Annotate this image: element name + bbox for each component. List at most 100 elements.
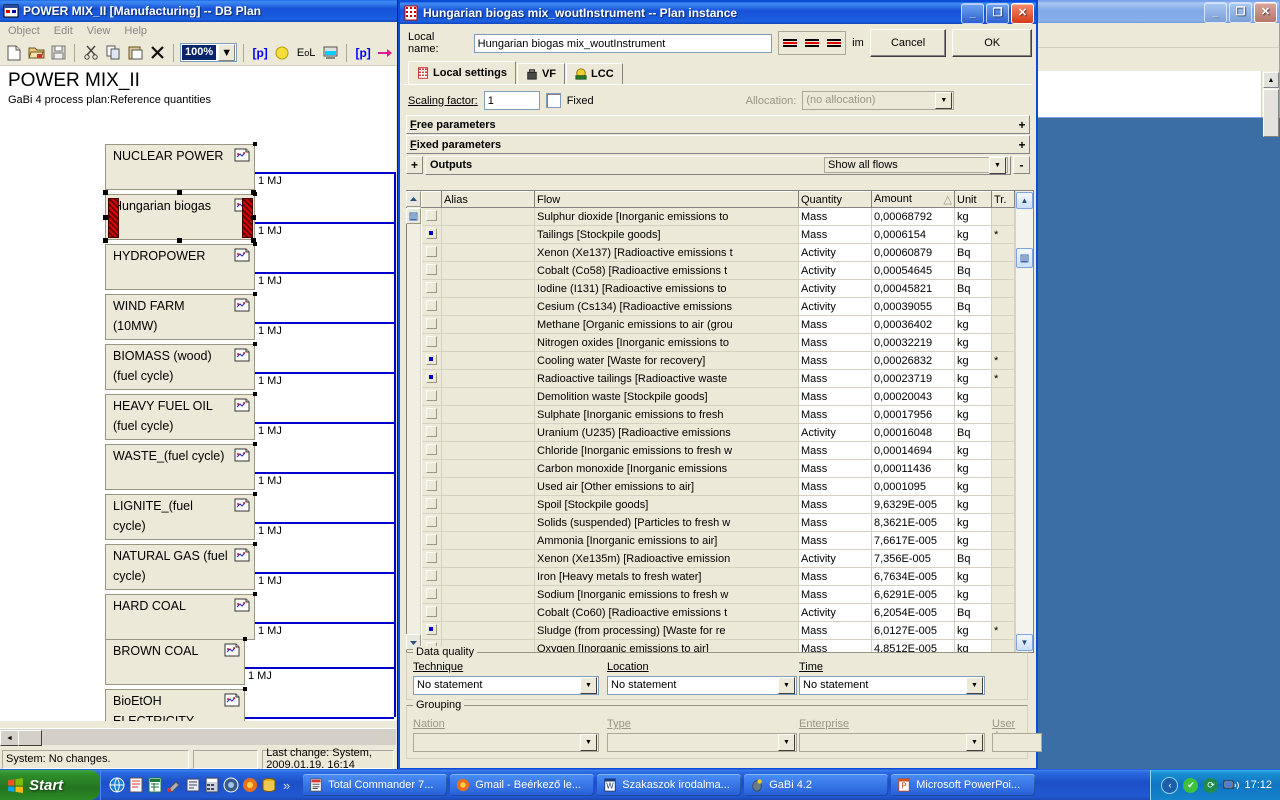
cell-tr[interactable]: [991, 387, 1015, 406]
row-mark-icon[interactable]: [425, 497, 437, 509]
cell-unit[interactable]: Bq: [954, 423, 992, 442]
chevron-down-icon[interactable]: ▼: [580, 677, 597, 694]
col-tr[interactable]: Tr.: [991, 191, 1015, 208]
process-box[interactable]: LIGNITE_(fuel cycle): [105, 492, 257, 540]
cell-amount[interactable]: 4,8512E-005: [871, 639, 955, 652]
process-box[interactable]: BIOMASS (wood) (fuel cycle): [105, 342, 257, 390]
fixed-parameters-row[interactable]: Fixed parameters +: [406, 135, 1030, 154]
ok-button[interactable]: OK: [952, 29, 1033, 57]
cell-alias[interactable]: [441, 279, 535, 298]
selection-handle[interactable]: [251, 215, 256, 220]
cell-amount[interactable]: 0,00032219: [871, 333, 955, 352]
cell-amount[interactable]: 0,00023719: [871, 369, 955, 388]
cell-unit[interactable]: kg: [954, 639, 992, 652]
row-mark-cell[interactable]: [421, 441, 442, 460]
cell-unit[interactable]: kg: [954, 387, 992, 406]
background-window-scrollbar[interactable]: ▲: [1261, 71, 1279, 137]
cell-flow[interactable]: Ammonia [Inorganic emissions to air]: [534, 531, 799, 550]
row-mark-cell[interactable]: [421, 261, 442, 280]
technique-combo[interactable]: No statement ▼: [413, 676, 599, 695]
delete-icon[interactable]: [147, 43, 167, 63]
table-row[interactable]: Radioactive tailings [Radioactive waste M…: [421, 369, 1015, 388]
cell-flow[interactable]: Cooling water [Waste for recovery]: [534, 351, 799, 370]
table-row[interactable]: Used air [Other emissions to air] Mass 0,0…: [421, 477, 1015, 496]
outputs-grid-body[interactable]: Sulphur dioxide [Inorganic emissions to M…: [421, 207, 1015, 652]
task-list[interactable]: Total Commander 7... Gmail - Beérkező le.…: [297, 774, 1150, 796]
cell-flow[interactable]: Xenon (Xe137) [Radioactive emissions t: [534, 243, 799, 262]
scaling-factor-input[interactable]: 1: [483, 91, 540, 110]
cell-alias[interactable]: [441, 387, 535, 406]
row-mark-icon[interactable]: [425, 533, 437, 545]
col-unit[interactable]: Unit: [954, 191, 992, 208]
cell-quantity[interactable]: Activity: [798, 549, 872, 568]
process-box[interactable]: HYDROPOWER: [105, 242, 257, 290]
cell-tr[interactable]: [991, 333, 1015, 352]
show-hidden-icon[interactable]: ‹: [1161, 776, 1179, 794]
cell-quantity[interactable]: Mass: [798, 369, 872, 388]
row-mark-cell[interactable]: [421, 477, 442, 496]
cell-unit[interactable]: Bq: [954, 603, 992, 622]
table-row[interactable]: Oxygen [Inorganic emissions to air] Mass 4…: [421, 639, 1015, 652]
time-combo[interactable]: No statement ▼: [799, 676, 985, 695]
cell-flow[interactable]: Sodium [Inorganic emissions to fresh w: [534, 585, 799, 604]
outputs-table[interactable]: Alias Flow Quantity Amount △ Unit Tr. Su…: [406, 190, 1034, 653]
table-row[interactable]: Cobalt (Co60) [Radioactive emissions t Ac…: [421, 603, 1015, 622]
flows-filter-combo[interactable]: Show all flows ▼: [824, 156, 1008, 174]
cell-unit[interactable]: kg: [954, 369, 992, 388]
maximize-button[interactable]: ❐: [986, 2, 1009, 24]
cell-tr[interactable]: [991, 423, 1015, 442]
tab-local-settings[interactable]: Local settings: [408, 61, 516, 84]
outputs-grid[interactable]: Alias Flow Quantity Amount △ Unit Tr. Su…: [421, 191, 1015, 652]
restore-button[interactable]: ❐: [1229, 1, 1252, 23]
cell-flow[interactable]: Spoil [Stockpile goods]: [534, 495, 799, 514]
update-icon[interactable]: ⟳: [1203, 777, 1219, 793]
cell-tr[interactable]: [991, 207, 1015, 226]
cell-alias[interactable]: [441, 351, 535, 370]
plan-canvas[interactable]: POWER MIX_II GaBi 4 process plan:Referen…: [0, 66, 396, 721]
cell-quantity[interactable]: Mass: [798, 531, 872, 550]
paste-icon[interactable]: [125, 43, 145, 63]
cell-unit[interactable]: kg: [954, 621, 992, 640]
cell-tr[interactable]: [991, 297, 1015, 316]
selection-handle[interactable]: [103, 190, 108, 195]
cell-amount[interactable]: 6,0127E-005: [871, 621, 955, 640]
open-icon[interactable]: [26, 43, 46, 63]
table-row[interactable]: Nitrogen oxides [Inorganic emissions to M…: [421, 333, 1015, 352]
cell-alias[interactable]: [441, 477, 535, 496]
cell-alias[interactable]: [441, 459, 535, 478]
row-mark-icon[interactable]: [425, 605, 437, 617]
row-selector-strip[interactable]: [406, 191, 421, 652]
scroll-up-icon[interactable]: ▲: [1263, 72, 1279, 88]
selection-handle[interactable]: [177, 238, 182, 243]
cell-alias[interactable]: [441, 261, 535, 280]
taskbar-button[interactable]: Total Commander 7...: [303, 774, 448, 796]
align-right-icon[interactable]: [823, 33, 845, 53]
cell-unit[interactable]: Bq: [954, 243, 992, 262]
cell-quantity[interactable]: Activity: [798, 423, 872, 442]
cell-flow[interactable]: Chloride [Inorganic emissions to fresh w: [534, 441, 799, 460]
cell-tr[interactable]: [991, 315, 1015, 334]
row-mark-cell[interactable]: [421, 621, 442, 640]
cell-alias[interactable]: [441, 333, 535, 352]
zoom-combo[interactable]: 100% ▼: [180, 43, 238, 62]
chevron-down-icon[interactable]: ▼: [218, 44, 236, 61]
table-row[interactable]: Sulphate [Inorganic emissions to fresh Ma…: [421, 405, 1015, 424]
row-mark-icon[interactable]: [425, 317, 437, 329]
cell-quantity[interactable]: Mass: [798, 477, 872, 496]
cell-alias[interactable]: [441, 423, 535, 442]
cell-amount[interactable]: 0,00017956: [871, 405, 955, 424]
cell-alias[interactable]: [441, 405, 535, 424]
row-mark-icon[interactable]: [425, 281, 437, 293]
cell-alias[interactable]: [441, 621, 535, 640]
close-button[interactable]: ✕: [1254, 1, 1277, 23]
cell-flow[interactable]: Xenon (Xe135m) [Radioactive emission: [534, 549, 799, 568]
scroll-thumb[interactable]: [1016, 248, 1033, 268]
cell-quantity[interactable]: Mass: [798, 333, 872, 352]
row-mark-icon[interactable]: [425, 407, 437, 419]
menu-object[interactable]: Object: [8, 25, 40, 37]
process-box[interactable]: WIND FARM (10MW): [105, 292, 257, 340]
cell-quantity[interactable]: Activity: [798, 279, 872, 298]
cell-alias[interactable]: [441, 603, 535, 622]
tab-lcc[interactable]: LCC: [566, 63, 623, 84]
row-mark-cell[interactable]: [421, 585, 442, 604]
